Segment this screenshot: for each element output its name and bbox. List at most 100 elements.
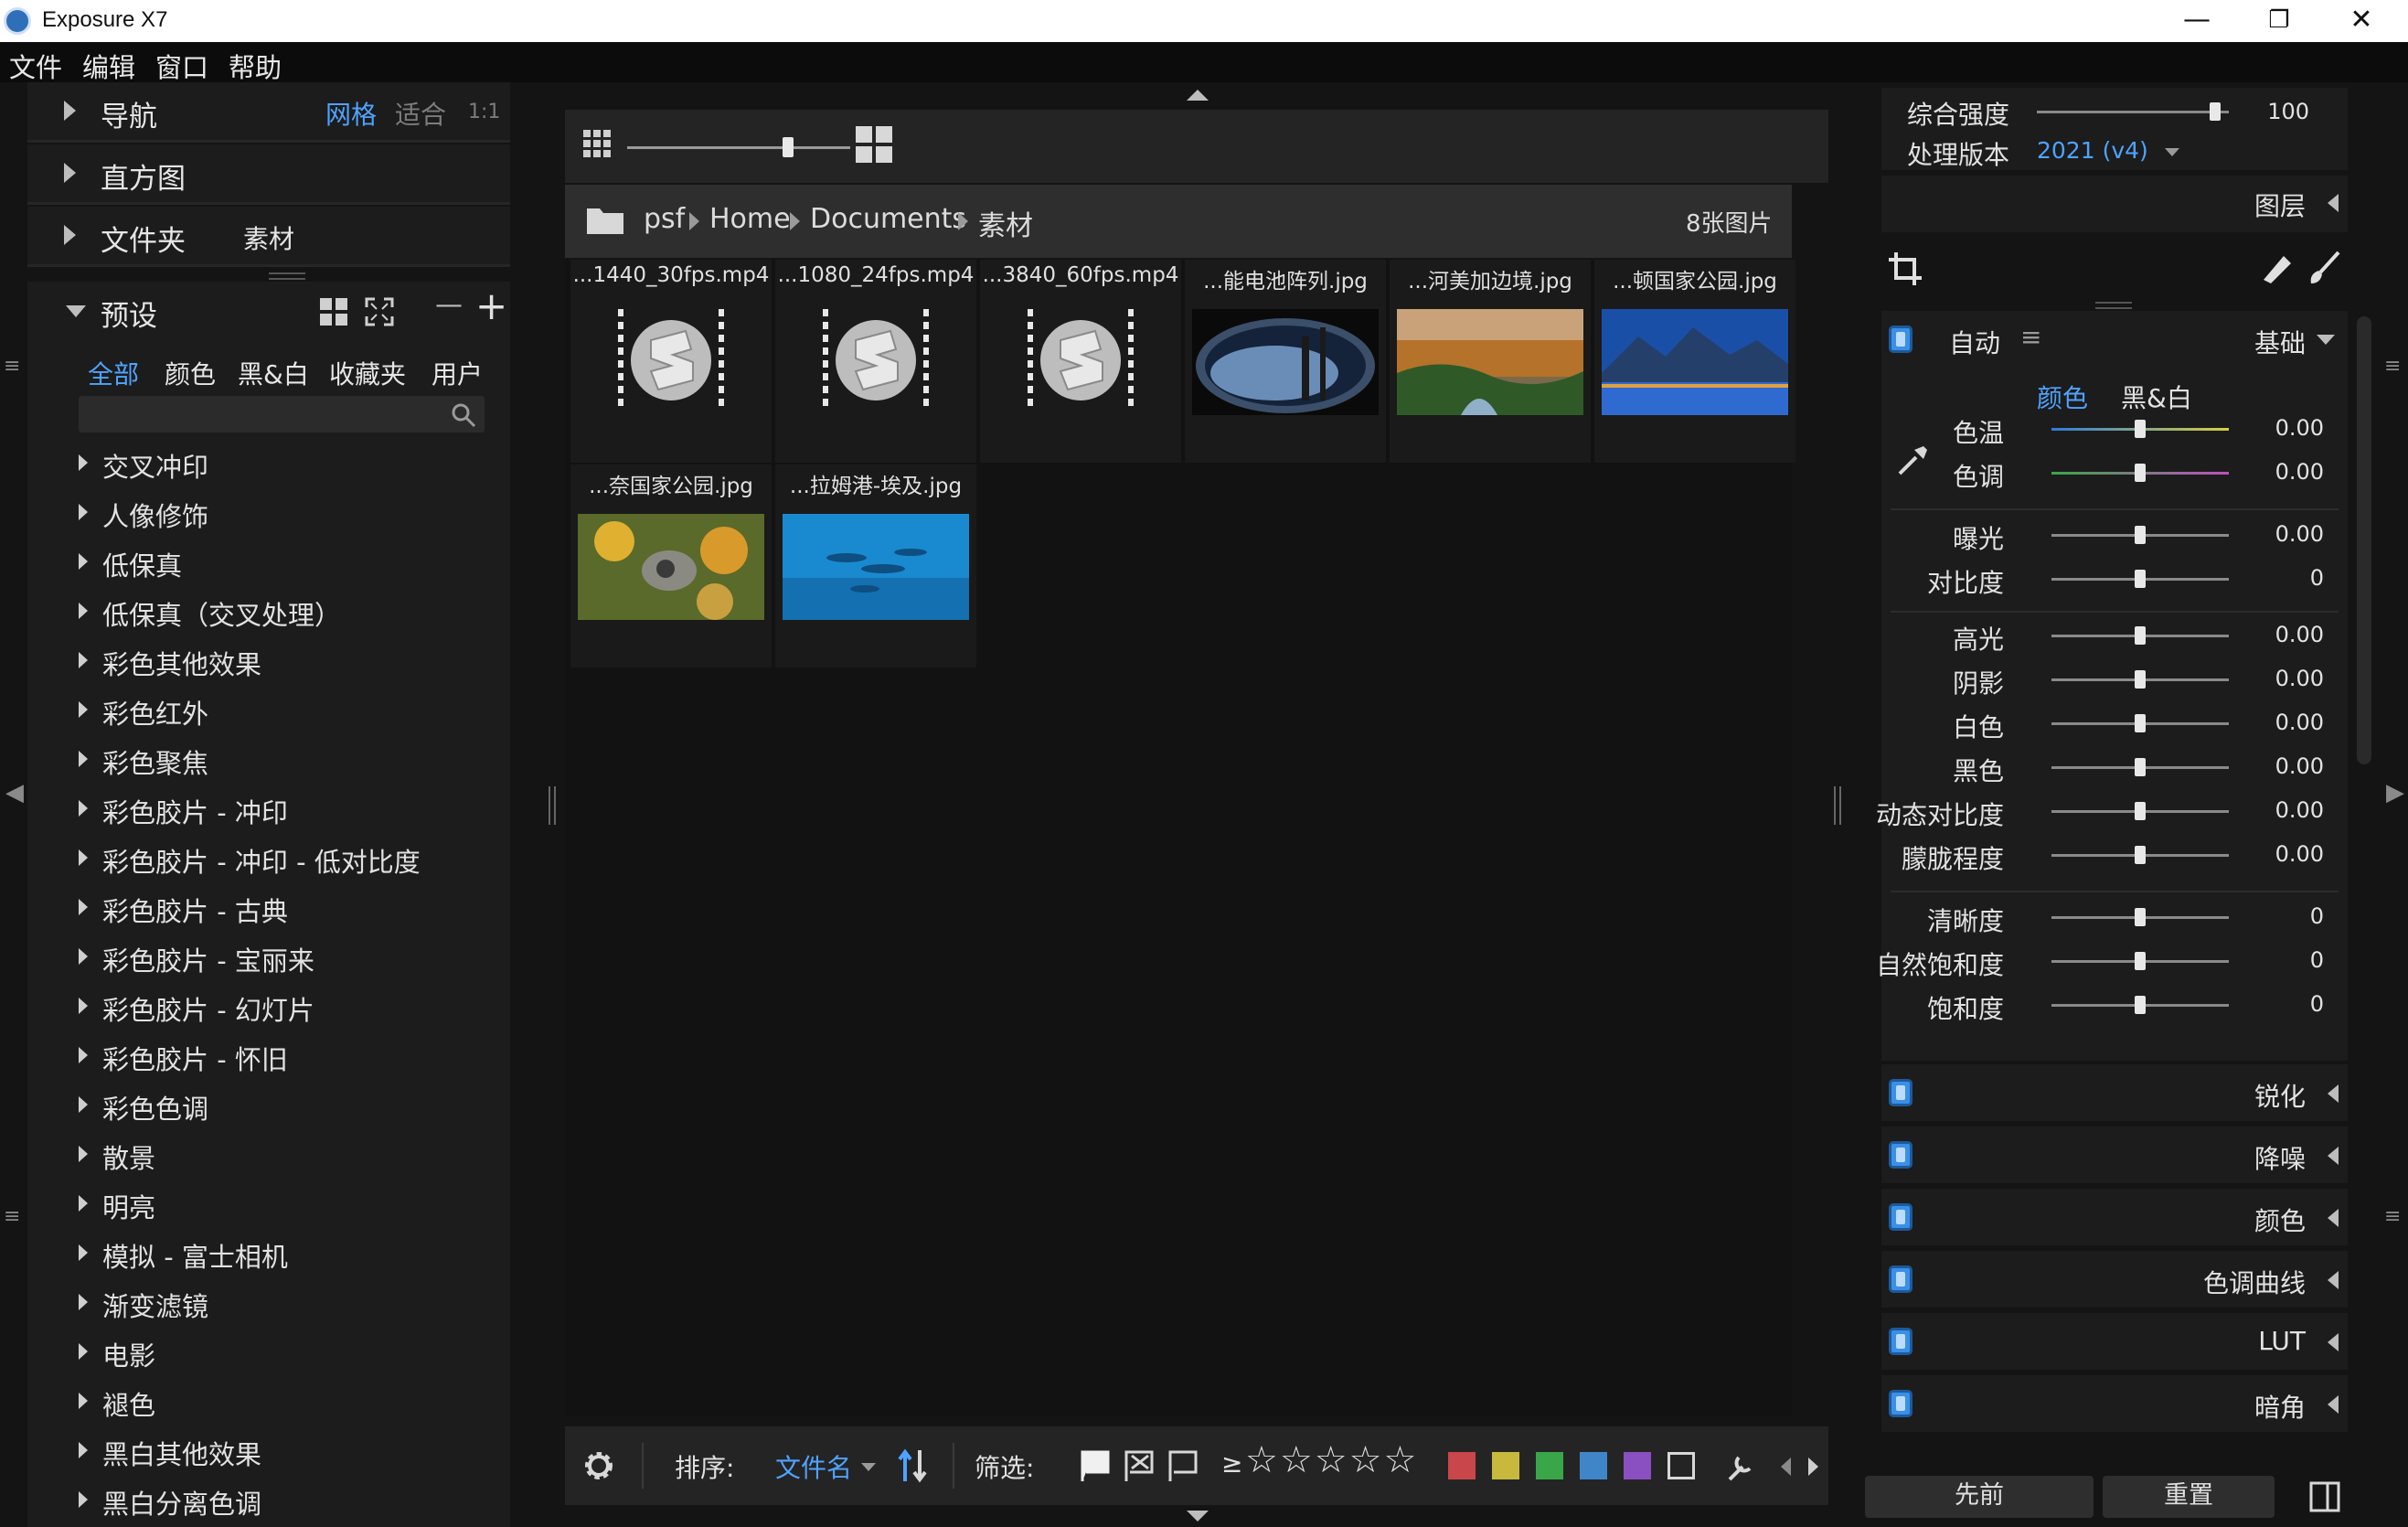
scroll-left-icon[interactable] [1781, 1458, 1791, 1476]
eraser-icon[interactable] [2258, 249, 2295, 285]
thumbnail-cell[interactable]: ...3840_60fps.mp4 [980, 260, 1181, 463]
menu-edit[interactable]: 编辑 [82, 47, 135, 85]
right-scrollbar[interactable] [2357, 316, 2371, 764]
breadcrumb-item[interactable]: Documents [810, 203, 966, 235]
slider-value[interactable]: 0.00 [2251, 797, 2324, 823]
section-toggle[interactable] [1889, 1141, 1913, 1169]
slider-knob[interactable] [2135, 952, 2146, 970]
adjustment-section[interactable]: 降噪 [1881, 1127, 2348, 1183]
sort-select[interactable]: 文件名 [775, 1448, 852, 1485]
gear-icon[interactable] [580, 1447, 618, 1485]
section-toggle[interactable] [1889, 1203, 1913, 1231]
preset-search-input[interactable] [79, 396, 485, 432]
collapse-arrow-icon[interactable] [2317, 335, 2335, 345]
auto-button[interactable]: 自动 [1949, 324, 2000, 360]
sort-direction-icon[interactable] [896, 1447, 929, 1485]
collapse-right-icon[interactable]: ▶ [2386, 779, 2404, 806]
thumbnail-cell[interactable]: ...1080_24fps.mp4 [775, 260, 976, 463]
color-label-purple[interactable] [1624, 1452, 1651, 1479]
adjustment-section[interactable]: 暗角 [1881, 1375, 2348, 1432]
preset-tab-user[interactable]: 用户 [432, 355, 483, 391]
slider-knob[interactable] [2135, 846, 2146, 864]
remove-preset-button[interactable]: — [435, 289, 463, 321]
thumb-size-slider[interactable] [627, 146, 850, 149]
collapse-top-icon[interactable] [1187, 90, 1209, 101]
thumbnail-cell[interactable]: ...拉姆港-埃及.jpg [775, 465, 976, 667]
mode-tab-bw[interactable]: 黑&白 [2121, 379, 2192, 415]
crop-icon[interactable] [1887, 251, 1923, 287]
thumbnail-cell[interactable]: ...1440_30fps.mp4 [570, 260, 772, 463]
thumbnail-cell[interactable]: ...顿国家公园.jpg [1594, 260, 1795, 463]
close-button[interactable]: ✕ [2322, 0, 2401, 42]
slider-knob[interactable] [2135, 670, 2146, 689]
minimize-button[interactable]: — [2158, 0, 2236, 42]
slider-value[interactable]: 0 [2251, 903, 2324, 929]
adjustment-section[interactable]: 锐化 [1881, 1064, 2348, 1121]
slider-knob[interactable] [2135, 758, 2146, 776]
panel-resize-handle[interactable] [2095, 302, 2132, 309]
version-select[interactable]: 2021 (v4) [2037, 137, 2148, 164]
panel-resize-handle[interactable] [269, 272, 305, 280]
preset-tab-color[interactable]: 颜色 [165, 355, 216, 391]
thumbnail-cell[interactable]: ...奈国家公园.jpg [570, 465, 772, 667]
intensity-knob[interactable] [2210, 102, 2222, 121]
view-grid-link[interactable]: 网格 [325, 95, 377, 132]
section-toggle[interactable] [1889, 1390, 1913, 1417]
menu-window[interactable]: 窗口 [155, 47, 208, 85]
slider-value[interactable]: 0.00 [2251, 666, 2324, 691]
color-label-red[interactable] [1448, 1452, 1476, 1479]
thumbnail-cell[interactable]: ...能电池阵列.jpg [1185, 260, 1386, 463]
slider-knob[interactable] [2135, 420, 2146, 438]
grid-view-icon[interactable] [318, 296, 349, 327]
menu-icon[interactable]: ≡ [2020, 322, 2041, 352]
section-folder[interactable]: 文件夹 素材 [27, 207, 510, 267]
color-label-green[interactable] [1536, 1452, 1563, 1479]
breadcrumb-item[interactable]: psf [644, 203, 685, 235]
thumbnail-cell[interactable]: ...河美加边境.jpg [1390, 260, 1591, 463]
small-thumbs-icon[interactable] [581, 128, 618, 165]
slider-value[interactable]: 0 [2251, 947, 2324, 973]
slider-value[interactable]: 0 [2251, 565, 2324, 591]
collapse-bottom-icon[interactable] [1187, 1511, 1209, 1522]
preset-tab-favorites[interactable]: 收藏夹 [329, 355, 406, 391]
fullscreen-icon[interactable] [364, 296, 395, 327]
slider-value[interactable]: 0.00 [2251, 415, 2324, 441]
slider-knob[interactable] [2135, 714, 2146, 732]
flag-rejected-icon[interactable] [1123, 1448, 1156, 1483]
right-splitter-handle[interactable] [1834, 786, 1841, 825]
slider-knob[interactable] [2135, 526, 2146, 544]
section-toggle[interactable] [1889, 1265, 1913, 1293]
preset-tab-bw[interactable]: 黑&白 [238, 355, 309, 391]
breadcrumb-item[interactable]: 素材 [978, 203, 1033, 243]
scroll-right-icon[interactable] [1808, 1458, 1818, 1476]
eyedropper-icon[interactable] [1896, 443, 1931, 477]
section-toggle[interactable] [1889, 1079, 1913, 1106]
slider-value[interactable]: 0.00 [2251, 459, 2324, 485]
layers-header[interactable]: 图层 [1881, 176, 2348, 232]
large-thumbs-icon[interactable] [854, 124, 894, 165]
slider-knob[interactable] [2135, 802, 2146, 820]
adjustment-section[interactable]: 色调曲线 [1881, 1251, 2348, 1308]
add-preset-button[interactable]: + [475, 283, 507, 328]
flag-picked-icon[interactable] [1079, 1448, 1112, 1483]
collapse-arrow-icon[interactable] [66, 305, 86, 317]
slider-knob[interactable] [2135, 570, 2146, 588]
menu-file[interactable]: 文件 [9, 47, 62, 85]
thumb-size-knob[interactable] [782, 137, 794, 157]
color-label-none[interactable] [1667, 1452, 1695, 1479]
chevron-down-icon[interactable] [861, 1463, 876, 1471]
preset-tab-all[interactable]: 全部 [88, 355, 139, 391]
flag-unflagged-icon[interactable] [1167, 1448, 1199, 1483]
filter-tools-icon[interactable] [1726, 1448, 1759, 1483]
slider-value[interactable]: 0.00 [2251, 841, 2324, 867]
slider-value[interactable]: 0.00 [2251, 710, 2324, 735]
mode-tab-color[interactable]: 颜色 [2037, 379, 2088, 415]
slider-knob[interactable] [2135, 908, 2146, 926]
menu-help[interactable]: 帮助 [229, 47, 282, 85]
section-histogram[interactable]: 直方图 [27, 144, 510, 205]
intensity-slider[interactable] [2037, 111, 2229, 113]
brush-icon[interactable] [2306, 249, 2342, 285]
view-1to1-link[interactable]: 1:1 [468, 101, 500, 123]
right-edge-handle-icon-2[interactable]: ≡ [2384, 1205, 2401, 1228]
chevron-down-icon[interactable] [2165, 148, 2179, 156]
